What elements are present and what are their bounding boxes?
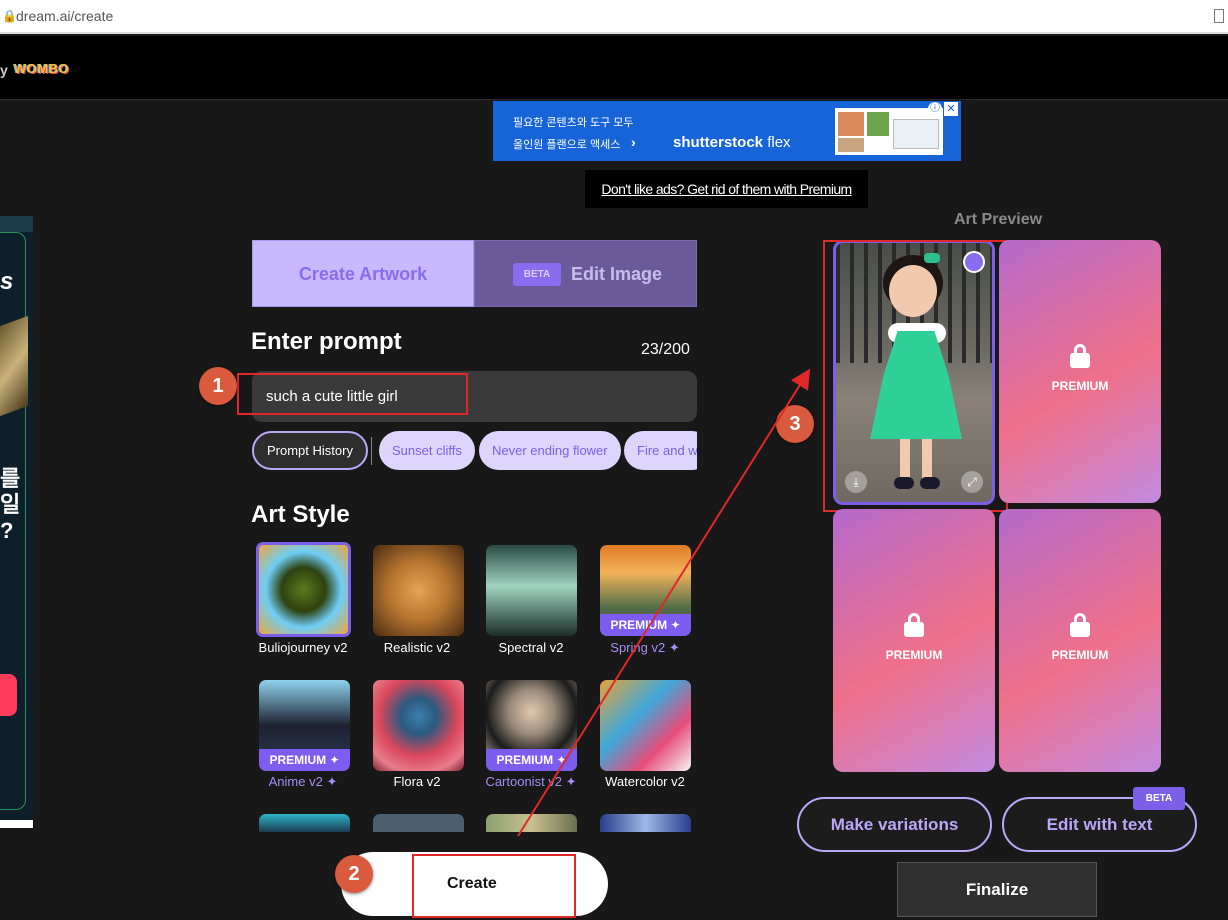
lock-icon	[1070, 613, 1090, 637]
style-tile-partial[interactable]	[259, 814, 350, 832]
annotation-badge-3: 3	[776, 405, 814, 443]
suggestion-chip[interactable]: Never ending flower	[479, 431, 621, 470]
style-label: Flora v2	[393, 774, 441, 789]
style-tile-spring[interactable]: PREMIUM ✦	[600, 545, 691, 636]
style-tile-partial[interactable]	[486, 814, 577, 832]
premium-tag: PREMIUM ✦	[486, 749, 577, 771]
premium-tag: PREMIUM ✦	[259, 749, 350, 771]
preview-premium-card[interactable]: PREMIUM	[999, 240, 1161, 503]
beta-badge: BETA	[513, 263, 561, 286]
annotation-box-1	[237, 373, 468, 415]
style-label: Cartoonist v2 ✦	[485, 774, 577, 789]
by-text: y	[0, 62, 8, 78]
ad-line-1: 필요한 콘텐츠와 도구 모두	[513, 117, 634, 129]
ad-arrow-icon: ›	[631, 134, 636, 150]
prompt-char-count: 23/200	[641, 341, 690, 358]
lock-icon	[904, 613, 924, 637]
style-label: Buliojourney v2	[258, 640, 348, 655]
prompt-title: Enter prompt	[251, 328, 402, 355]
tab-create-artwork[interactable]: Create Artwork	[252, 240, 474, 307]
url-text[interactable]: dream.ai/create	[16, 8, 113, 24]
ad-info-icon[interactable]: ⓘ	[928, 102, 942, 116]
art-preview-title: Art Preview	[954, 211, 1043, 228]
ad-headline: s	[0, 268, 14, 295]
style-tile-spectral[interactable]	[486, 545, 577, 636]
prompt-chips: Prompt History Sunset cliffs Never endin…	[252, 431, 697, 471]
top-ad-banner[interactable]: 필요한 콘텐츠와 도구 모두 올인원 플랜으로 액세스 › shuttersto…	[493, 101, 961, 161]
style-tile-anime[interactable]: PREMIUM ✦	[259, 680, 350, 771]
chip-divider	[371, 437, 372, 465]
tab-edit-image[interactable]: BETA Edit Image	[474, 240, 697, 307]
preview-premium-card[interactable]: PREMIUM	[999, 509, 1161, 772]
style-label: Anime v2 ✦	[268, 774, 338, 789]
suggestion-chip[interactable]: Fire and w	[624, 431, 697, 470]
art-style-title: Art Style	[251, 501, 350, 528]
tab-edit-label: Edit Image	[571, 264, 663, 284]
suggestion-chip[interactable]: Sunset cliffs	[379, 431, 475, 470]
mode-tabs: Create Artwork BETA Edit Image	[252, 240, 697, 307]
browser-url-bar[interactable]: 🔒 dream.ai/create	[0, 0, 1228, 34]
remove-ads-link[interactable]: Don't like ads? Get rid of them with Pre…	[585, 170, 868, 208]
style-label: Watercolor v2	[605, 774, 685, 789]
ad-close-icon[interactable]: ✕	[944, 102, 958, 116]
style-tile-watercolor[interactable]	[600, 680, 691, 771]
style-label: Realistic v2	[383, 640, 451, 655]
annotation-box-3	[823, 240, 1008, 512]
beta-badge: BETA	[1133, 787, 1185, 810]
ad-thumb-image	[893, 119, 939, 149]
annotation-badge-2: 2	[335, 855, 373, 893]
style-tile-partial[interactable]	[373, 814, 464, 832]
premium-tag: PREMIUM ✦	[600, 614, 691, 636]
premium-label: PREMIUM	[1051, 379, 1109, 393]
style-tile-buliojourney[interactable]	[256, 542, 351, 637]
ad-thumb-image	[867, 112, 889, 136]
annotation-badge-1: 1	[199, 367, 237, 405]
browser-corner-icon[interactable]	[1214, 9, 1224, 23]
premium-label: PREMIUM	[1051, 648, 1109, 662]
ad-line-2: 올인원 플랜으로 액세스	[513, 139, 621, 151]
prompt-history-button[interactable]: Prompt History	[252, 431, 368, 470]
ad-bottom-bar	[0, 820, 33, 828]
finalize-button[interactable]: Finalize	[897, 862, 1097, 917]
ad-thumb-image	[838, 138, 864, 152]
preview-premium-card[interactable]: PREMIUM	[833, 509, 995, 772]
left-ad-banner[interactable]: s 를 일 ?	[0, 216, 33, 828]
make-variations-button[interactable]: Make variations	[797, 797, 992, 852]
lock-icon: 🔒	[2, 9, 17, 23]
top-nav: y WOMBO	[0, 36, 1228, 100]
style-label: Spectral v2	[498, 640, 564, 655]
ad-top-strip	[0, 216, 33, 232]
ad-thumb-image	[838, 112, 864, 136]
ad-cta-button[interactable]	[0, 674, 17, 716]
ad-brand: shutterstock flex	[673, 134, 791, 151]
style-tile-flora[interactable]	[373, 680, 464, 771]
ad-korean-text: 를 일 ?	[0, 466, 21, 543]
style-label: Spring v2 ✦	[610, 640, 680, 655]
wombo-logo[interactable]: WOMBO	[14, 61, 69, 76]
ad-product-image	[0, 315, 28, 417]
style-tile-partial[interactable]	[600, 814, 691, 832]
annotation-box-2	[412, 854, 576, 918]
premium-label: PREMIUM	[885, 648, 943, 662]
lock-icon	[1070, 344, 1090, 368]
style-tile-cartoonist[interactable]: PREMIUM ✦	[486, 680, 577, 771]
style-tile-realistic[interactable]	[373, 545, 464, 636]
